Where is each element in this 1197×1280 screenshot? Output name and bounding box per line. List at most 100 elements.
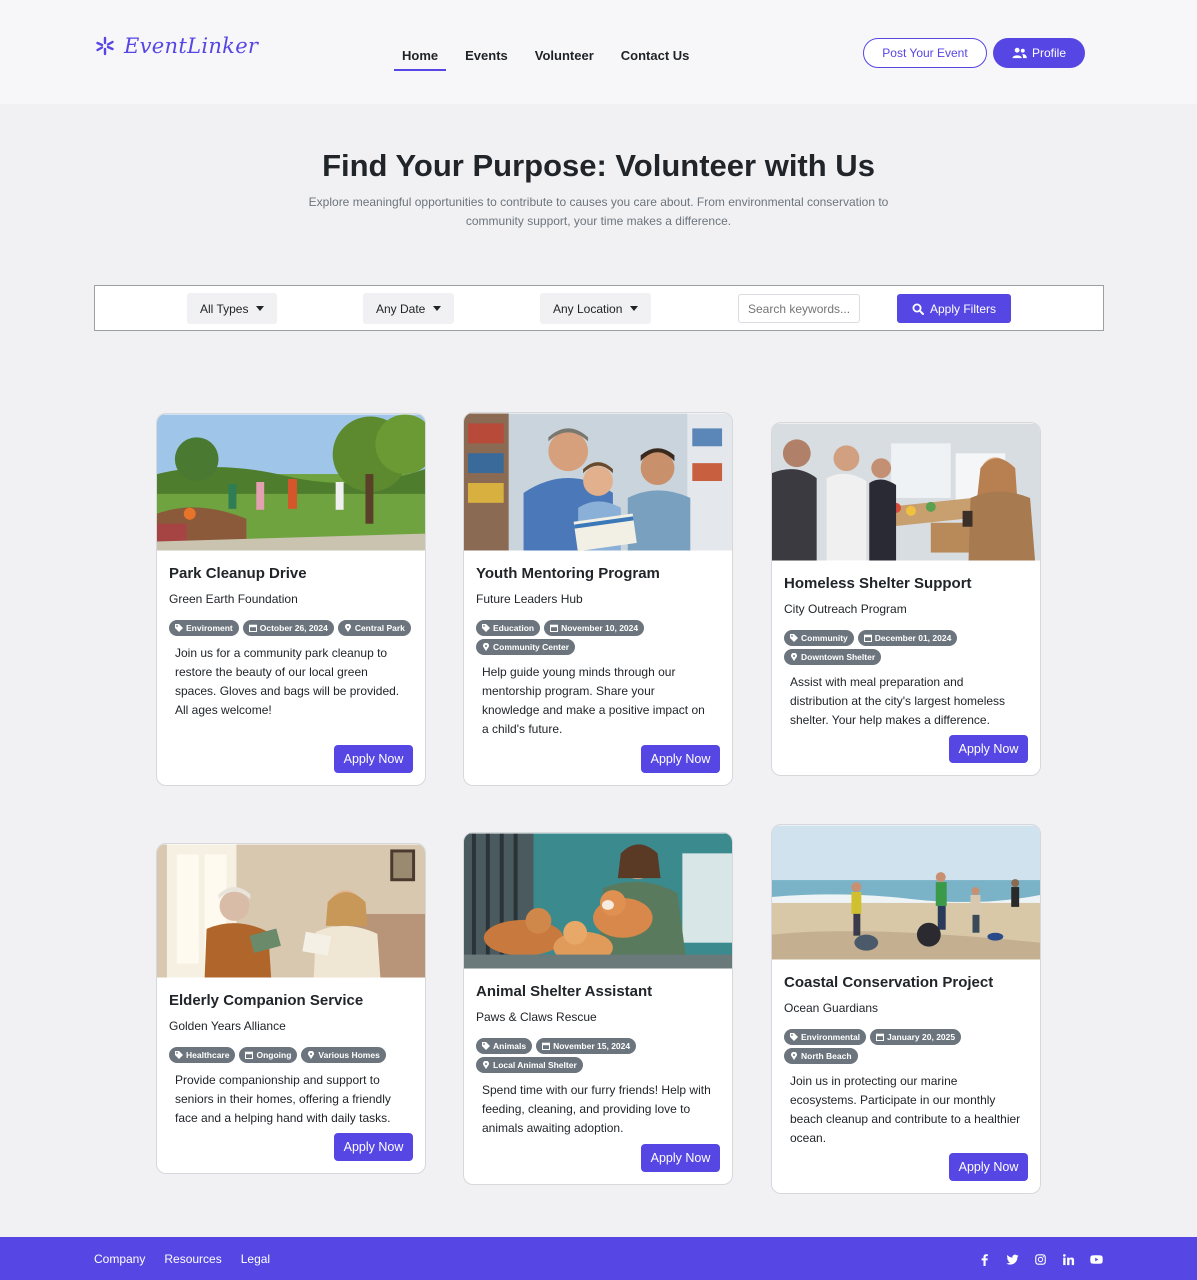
caret-down-icon: [630, 306, 639, 311]
location-filter-dropdown[interactable]: Any Location: [540, 293, 652, 324]
nav-volunteer[interactable]: Volunteer: [527, 46, 602, 71]
category-text: Community: [801, 633, 848, 643]
card-organization: Paws & Claws Rescue: [476, 1010, 597, 1024]
apply-now-button[interactable]: Apply Now: [949, 1153, 1028, 1181]
shelter-photo: [772, 423, 1040, 561]
card-tags: Animals November 15, 2024 Local Animal S…: [476, 1038, 720, 1073]
profile-label: Profile: [1031, 46, 1066, 60]
apply-now-button[interactable]: Apply Now: [949, 735, 1028, 763]
footer-links: Company Resources Legal: [94, 1252, 270, 1266]
tag-icon: [175, 624, 183, 632]
apply-now-button[interactable]: Apply Now: [641, 745, 720, 773]
location-text: Central Park: [354, 623, 405, 633]
card-title: Youth Mentoring Program: [476, 565, 660, 582]
card-body: Coastal Conservation Project Ocean Guard…: [772, 960, 1040, 1148]
twitter-icon[interactable]: [1005, 1252, 1019, 1266]
category-text: Education: [493, 623, 535, 633]
card-organization: Green Earth Foundation: [169, 592, 298, 606]
date-text: November 10, 2024: [561, 623, 639, 633]
location-badge: North Beach: [784, 1048, 858, 1064]
profile-button[interactable]: Profile: [993, 38, 1085, 68]
date-text: November 15, 2024: [553, 1041, 631, 1051]
location-badge: Central Park: [337, 620, 411, 636]
logo[interactable]: EventLinker: [94, 34, 258, 58]
category-badge: Environmental: [784, 1029, 867, 1045]
date-text: October 26, 2024: [259, 623, 328, 633]
card-title: Elderly Companion Service: [169, 992, 364, 1009]
category-text: Environmental: [801, 1032, 861, 1042]
apply-now-button[interactable]: Apply Now: [641, 1144, 720, 1172]
location-text: Various Homes: [318, 1050, 380, 1060]
location-badge: Community Center: [476, 639, 576, 655]
map-pin-icon: [791, 1052, 797, 1060]
card-title: Coastal Conservation Project: [784, 974, 994, 991]
tag-icon: [482, 1042, 490, 1050]
sparkle-icon: [94, 35, 116, 57]
facebook-icon[interactable]: [977, 1252, 991, 1266]
calendar-icon: [550, 624, 559, 632]
card-tags: Education November 10, 2024 Community Ce…: [476, 620, 720, 655]
event-card: Homeless Shelter Support City Outreach P…: [771, 422, 1041, 776]
park-cleanup-photo: [157, 414, 425, 551]
location-text: Downtown Shelter: [801, 652, 876, 662]
card-title: Park Cleanup Drive: [169, 565, 307, 582]
caret-down-icon: [433, 306, 442, 311]
page-subtitle: Explore meaningful opportunities to cont…: [308, 195, 889, 228]
date-filter-dropdown[interactable]: Any Date: [363, 293, 455, 324]
map-pin-icon: [483, 1061, 489, 1069]
linkedin-icon[interactable]: [1061, 1252, 1075, 1266]
calendar-icon: [863, 634, 872, 642]
caret-down-icon: [256, 306, 265, 311]
category-badge: Community: [784, 630, 854, 646]
map-pin-icon: [344, 624, 351, 632]
card-tags: Enviroment October 26, 2024 Central Park: [169, 620, 413, 636]
location-badge: Various Homes: [301, 1047, 386, 1063]
nav-events[interactable]: Events: [457, 46, 516, 71]
apply-now-button[interactable]: Apply Now: [334, 1133, 413, 1161]
footer-link-company[interactable]: Company: [94, 1252, 145, 1266]
card-description: Help guide young minds through our mento…: [482, 665, 705, 736]
mentoring-photo: [464, 413, 732, 551]
nav-home[interactable]: Home: [394, 46, 447, 71]
card-body: Elderly Companion Service Golden Years A…: [157, 978, 425, 1128]
date-badge: Ongoing: [239, 1047, 298, 1063]
location-badge: Downtown Shelter: [784, 649, 882, 665]
site-footer: Company Resources Legal: [0, 1237, 1197, 1280]
animal-shelter-photo: [464, 833, 732, 969]
location-badge: Local Animal Shelter: [476, 1057, 583, 1073]
footer-link-legal[interactable]: Legal: [241, 1252, 270, 1266]
map-pin-icon: [308, 1051, 315, 1059]
type-filter-dropdown[interactable]: All Types: [187, 293, 278, 324]
beach-cleanup-photo: [772, 825, 1040, 960]
location-text: Community Center: [493, 642, 570, 652]
card-body: Animal Shelter Assistant Paws & Claws Re…: [464, 969, 732, 1138]
date-badge: December 01, 2024: [857, 630, 958, 646]
footer-link-resources[interactable]: Resources: [164, 1252, 221, 1266]
calendar-icon: [245, 1051, 254, 1059]
search-input[interactable]: [738, 294, 860, 323]
card-organization: City Outreach Program: [784, 602, 907, 616]
apply-filters-button[interactable]: Apply Filters: [897, 294, 1011, 323]
elderly-photo: [157, 844, 425, 978]
card-description: Provide companionship and support to sen…: [175, 1073, 391, 1125]
site-header: EventLinker Home Events Volunteer Contac…: [0, 0, 1197, 104]
card-tags: Healthcare Ongoing Various Homes: [169, 1047, 413, 1063]
post-event-button[interactable]: Post Your Event: [863, 38, 987, 68]
apply-now-button[interactable]: Apply Now: [334, 745, 413, 773]
map-pin-icon: [483, 643, 489, 651]
card-body: Youth Mentoring Program Future Leaders H…: [464, 551, 732, 739]
category-text: Enviroment: [186, 623, 233, 633]
instagram-icon[interactable]: [1033, 1252, 1047, 1266]
location-filter-value: Any Location: [553, 301, 623, 316]
tag-icon: [790, 634, 798, 642]
event-card: Coastal Conservation Project Ocean Guard…: [771, 824, 1041, 1194]
date-badge: November 10, 2024: [544, 620, 645, 636]
apply-filters-label: Apply Filters: [929, 301, 997, 316]
youtube-icon[interactable]: [1089, 1252, 1103, 1266]
search-icon: [912, 303, 924, 315]
card-title: Animal Shelter Assistant: [476, 983, 653, 1000]
nav-contact-us[interactable]: Contact Us: [613, 46, 698, 71]
category-badge: Healthcare: [169, 1047, 236, 1063]
date-badge: January 20, 2025: [870, 1029, 962, 1045]
location-text: Local Animal Shelter: [493, 1060, 577, 1070]
